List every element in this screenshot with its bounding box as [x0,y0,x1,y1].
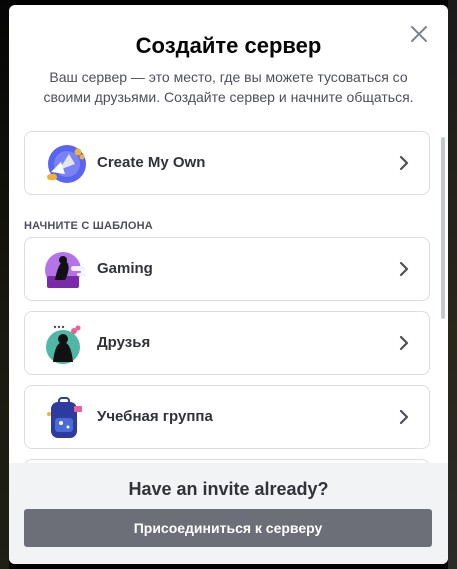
chevron-right-icon [399,335,409,351]
join-server-button[interactable]: Присоединиться к серверу [24,509,432,547]
invite-heading: Have an invite already? [128,479,329,499]
template-option-study-group[interactable]: Учебная группа [24,385,430,449]
template-option-friends[interactable]: Друзья [24,311,430,375]
modal-footer: Have an invite already? Присоединиться к… [9,463,448,564]
template-label-gaming: Gaming [97,260,153,277]
friends-template-icon [41,320,89,368]
scrollbar-thumb[interactable] [441,137,445,319]
create-server-icon [41,140,89,188]
template-label-study-group: Учебная группа [97,408,213,425]
chevron-right-icon [399,409,409,425]
chevron-right-icon [399,261,409,277]
app-backdrop-right [448,0,457,569]
modal-subtitle: Ваш сервер — это место, где вы можете ту… [43,69,414,105]
template-option-gaming[interactable]: Gaming [24,237,430,301]
create-server-modal: Создайте сервер Ваш сервер — это место, … [9,5,448,564]
study-group-template-icon [41,394,89,442]
create-my-own-option[interactable]: Create My Own [24,131,430,195]
template-section-header: НАЧНИТЕ С ШАБЛОНА [24,220,153,232]
app-backdrop-left [0,0,9,569]
gaming-template-icon [41,246,89,294]
chevron-right-icon [399,155,409,171]
options-list: Create My Own НАЧНИТЕ С ШАБЛОНА Gaming Д… [24,131,434,463]
modal-title: Создайте сервер [135,33,322,58]
create-my-own-label: Create My Own [97,154,206,171]
template-label-friends: Друзья [97,334,151,351]
